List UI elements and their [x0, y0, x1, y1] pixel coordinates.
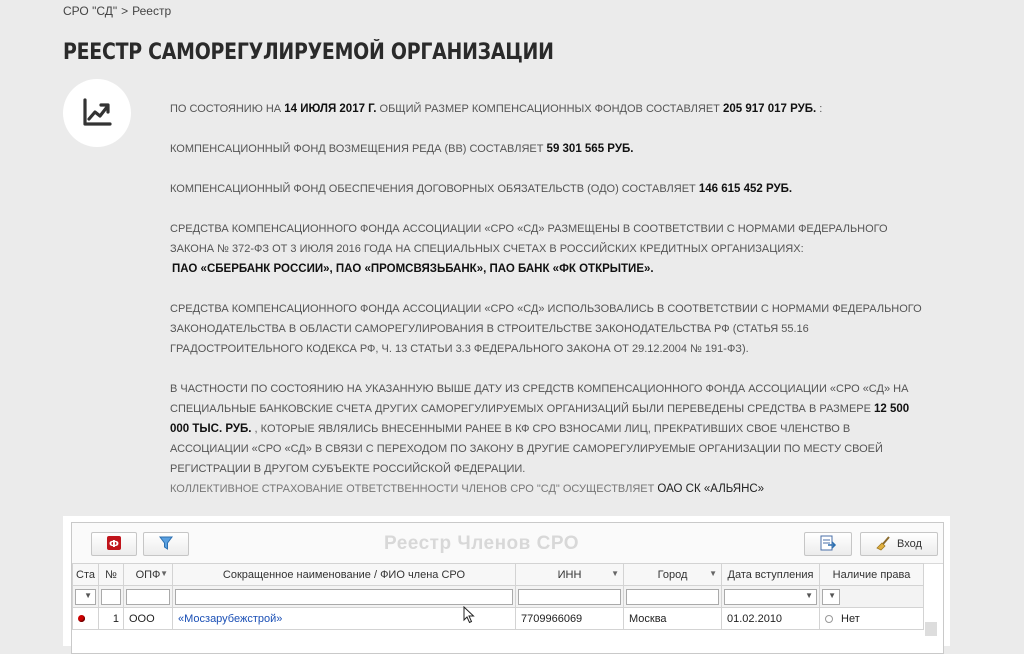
- pdf-export-button[interactable]: Ф: [91, 532, 137, 556]
- inn-filter-input[interactable]: [518, 588, 621, 605]
- status-cell: [72, 607, 99, 630]
- fund-placement-text: СРЕДСТВА КОМПЕНСАЦИОННОГО ФОНДА АССОЦИАЦ…: [170, 223, 888, 275]
- opf-filter-input[interactable]: [126, 588, 170, 605]
- column-header-join-date[interactable]: Дата вступления: [721, 563, 820, 586]
- status-red-dot-icon: [78, 614, 85, 622]
- registry-toolbar: Ф Реестр Членов СРО Вход: [72, 523, 943, 564]
- column-header-right[interactable]: Наличие права: [819, 563, 924, 586]
- fund-usage-text: СРЕДСТВА КОМПЕНСАЦИОННОГО ФОНДА АССОЦИАЦ…: [170, 303, 922, 355]
- column-filter-icon[interactable]: ▼: [709, 569, 717, 578]
- column-header-number[interactable]: №: [98, 563, 124, 586]
- column-filter-icon[interactable]: ▼: [611, 569, 619, 578]
- vv-fund-text: КОМПЕНСАЦИОННЫЙ ФОНД ВОЗМЕЩЕНИЯ РЕДА (ВВ…: [170, 143, 634, 155]
- column-header-inn[interactable]: ИНН ▼: [515, 563, 624, 586]
- export-document-icon: [819, 535, 837, 554]
- breadcrumb-separator: >: [121, 4, 129, 18]
- fund-transfer-text: В ЧАСТНОСТИ ПО СОСТОЯНИЮ НА УКАЗАННУЮ ВЫ…: [170, 383, 910, 475]
- login-button[interactable]: Вход: [860, 532, 938, 556]
- registry-widget: Ф Реестр Членов СРО Вход Ста № ОПФ ▼ Сок…: [63, 516, 950, 654]
- name-filter-input[interactable]: [175, 588, 513, 605]
- member-name-link[interactable]: «Мосзарубежстрой»: [178, 613, 282, 625]
- column-filter-icon[interactable]: ▼: [160, 569, 168, 578]
- insurance-text: КОЛЛЕКТИВНОЕ СТРАХОВАНИЕ ОТВЕТСТВЕННОСТИ…: [170, 483, 765, 495]
- breadcrumb: СРО "СД" > Реестр: [63, 4, 171, 18]
- number-filter-input[interactable]: [101, 588, 121, 605]
- page-title: РЕЕСТР САМОРЕГУЛИРУЕМОЙ ОРГАНИЗАЦИИ: [63, 40, 554, 65]
- insurer-name: ОАО СК «АЛЬЯНС»: [657, 483, 765, 495]
- column-header-name[interactable]: Сокращенное наименование / ФИО члена СРО: [172, 563, 516, 586]
- login-label: Вход: [897, 538, 922, 550]
- filter-button[interactable]: [143, 532, 189, 556]
- svg-text:Ф: Ф: [109, 539, 119, 550]
- pdf-export-icon: Ф: [106, 535, 122, 554]
- compensation-fund-info: ПО СОСТОЯНИЮ НА 14 ИЮЛЯ 2017 Г. ОБЩИЙ РА…: [170, 99, 960, 499]
- number-cell: 1: [98, 607, 124, 630]
- export-button[interactable]: [804, 532, 852, 556]
- right-filter-select[interactable]: ▼: [822, 588, 840, 605]
- status-filter-select[interactable]: ▼: [75, 588, 96, 605]
- right-cell: Нет: [819, 607, 924, 630]
- radio-icon: [825, 614, 833, 623]
- chart-trend-up-icon: [63, 79, 131, 147]
- banks-list: ПАО «СБЕРБАНК РОССИИ», ПАО «ПРОМСВЯЗЬБАН…: [172, 263, 654, 275]
- breadcrumb-current: Реестр: [132, 4, 172, 18]
- table-row[interactable]: 1 ООО «Мосзарубежстрой» 7709966069 Москв…: [72, 607, 924, 630]
- scrollbar[interactable]: [925, 622, 937, 636]
- city-filter-input[interactable]: [626, 588, 719, 605]
- registry-table: Ста № ОПФ ▼ Сокращенное наименование / ФИ…: [72, 563, 924, 630]
- join-date-cell: 01.02.2010: [721, 607, 820, 630]
- date-filter-select[interactable]: ▼: [724, 588, 817, 605]
- inn-cell: 7709966069: [515, 607, 624, 630]
- opf-cell: ООО: [123, 607, 173, 630]
- registry-title: Реестр Членов СРО: [384, 533, 580, 554]
- total-fund-text: ПО СОСТОЯНИЮ НА 14 ИЮЛЯ 2017 Г. ОБЩИЙ РА…: [170, 103, 823, 115]
- column-header-opf[interactable]: ОПФ ▼: [123, 563, 173, 586]
- funnel-filter-icon: [158, 535, 174, 554]
- mouse-cursor-icon: [463, 606, 475, 624]
- odo-fund-text: КОМПЕНСАЦИОННЫЙ ФОНД ОБЕСПЕЧЕНИЯ ДОГОВОР…: [170, 183, 793, 195]
- broom-login-icon: [876, 535, 892, 554]
- column-header-status[interactable]: Ста: [72, 563, 99, 586]
- breadcrumb-home-link[interactable]: СРО "СД": [63, 4, 117, 18]
- city-cell: Москва: [623, 607, 722, 630]
- column-header-city[interactable]: Город ▼: [623, 563, 722, 586]
